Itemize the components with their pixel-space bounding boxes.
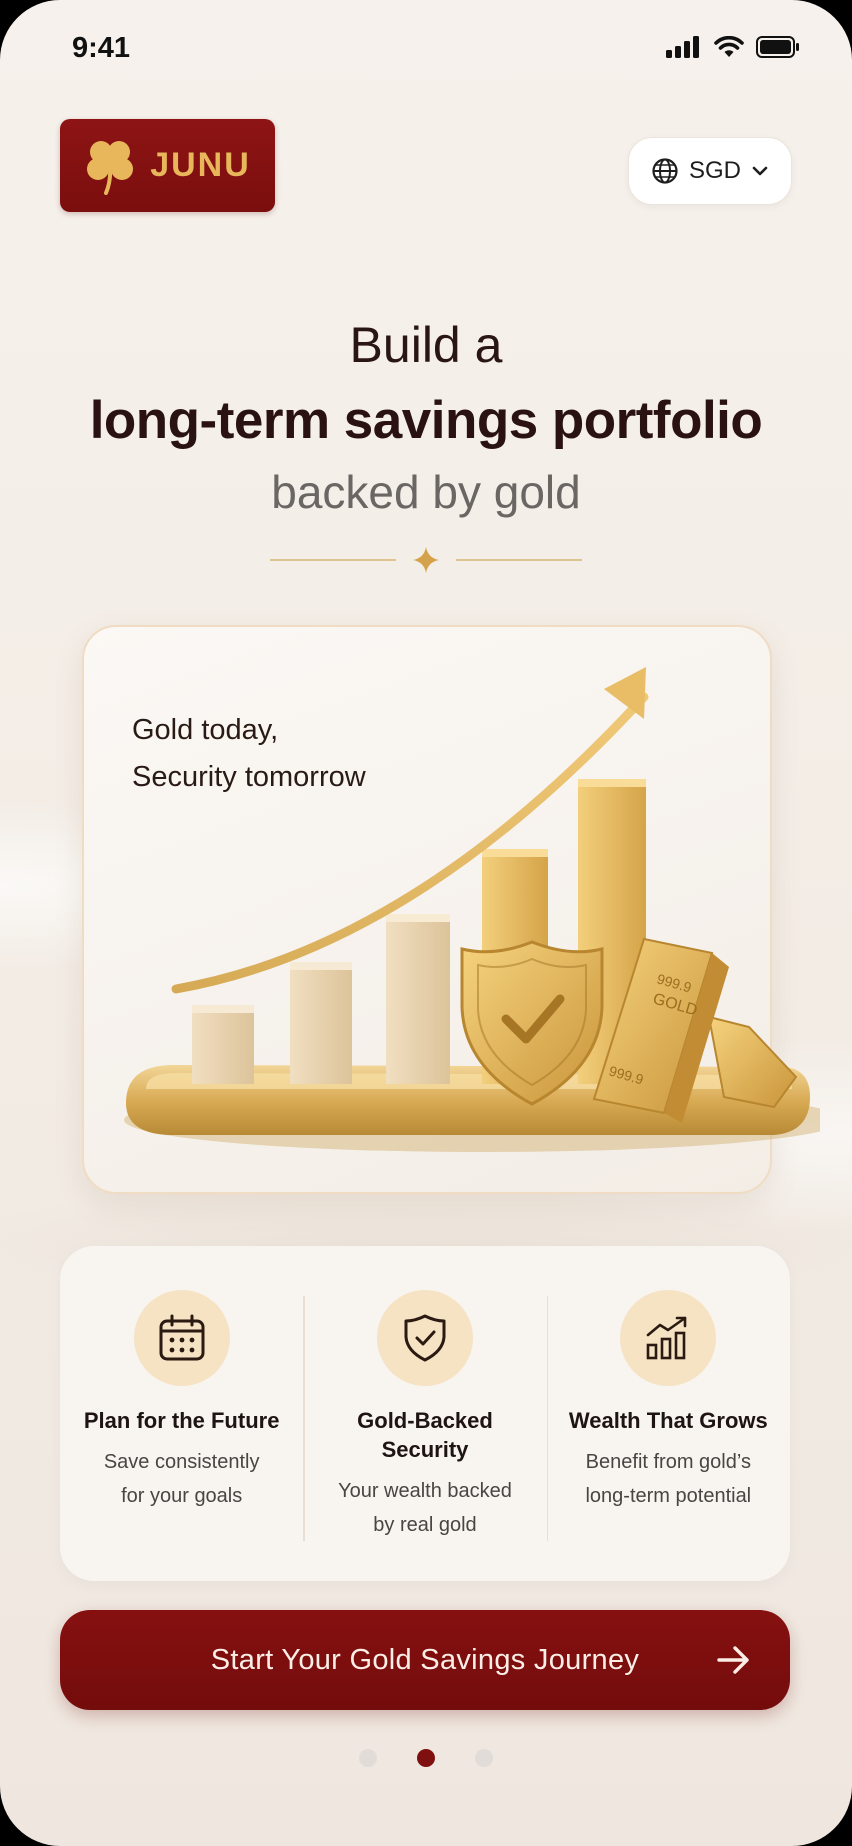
currency-label: SGD <box>688 157 741 184</box>
feature-plan: Plan for the Future Save consistently fo… <box>60 1246 303 1581</box>
clover-icon <box>87 140 134 195</box>
page-dot-2-active[interactable] <box>417 1749 435 1767</box>
hero-caption: Gold today, Security tomorrow <box>132 707 366 801</box>
feature-icon-badge <box>376 1290 473 1386</box>
hero-card: 999.9 GOLD 999.9 Gold today, Security to… <box>82 625 820 1194</box>
status-time: 9:41 <box>72 32 131 64</box>
currency-selector[interactable]: SGD <box>628 137 792 205</box>
wifi-icon <box>714 36 744 57</box>
feature-desc-line2: by real gold <box>373 1514 477 1536</box>
growth-chart-icon <box>647 1316 687 1360</box>
headline-line2: long-term savings portfolio <box>89 391 763 450</box>
battery-icon <box>756 36 799 58</box>
calendar-icon <box>159 1314 205 1361</box>
start-journey-button[interactable]: Start Your Gold Savings Journey <box>60 1610 790 1710</box>
feature-icon-badge <box>620 1290 717 1386</box>
feature-desc-line2: for your goals <box>121 1485 243 1507</box>
sparkle-divider <box>270 547 582 573</box>
phone-screen: 9:41 JUNU SGD Build a long-term savings … <box>0 0 852 1846</box>
hero-caption-line1: Gold today, <box>132 714 279 746</box>
chevron-down-icon <box>752 166 768 176</box>
feature-desc-line2: long-term potential <box>585 1485 752 1507</box>
signal-icon <box>666 36 699 58</box>
features-panel: Plan for the Future Save consistently fo… <box>60 1246 790 1581</box>
globe-icon <box>652 158 678 184</box>
feature-icon-badge <box>133 1290 230 1386</box>
feature-description: Your wealth backed by real gold <box>317 1474 532 1542</box>
feature-title: Gold-Backed Security <box>357 1408 493 1462</box>
start-journey-label: Start Your Gold Savings Journey <box>210 1643 640 1676</box>
page-dot-3[interactable] <box>475 1749 493 1767</box>
headline-line1: Build a <box>349 317 503 373</box>
feature-growth: Wealth That Grows Benefit from gold’s lo… <box>546 1246 790 1581</box>
app-logo: JUNU <box>60 119 275 212</box>
page-dot-1[interactable] <box>359 1749 377 1767</box>
feature-desc-line1: Your wealth backed <box>338 1480 512 1502</box>
feature-title: Plan for the Future <box>83 1408 280 1433</box>
logo-text: JUNU <box>150 146 251 184</box>
headline-line3: backed by gold <box>271 466 581 518</box>
feature-description: Save consistently for your goals <box>74 1445 289 1513</box>
feature-desc-line1: Save consistently <box>103 1451 260 1473</box>
feature-desc-line1: Benefit from gold’s <box>585 1451 751 1473</box>
page-indicator <box>0 1749 852 1767</box>
feature-security: Gold-Backed Security Your wealth backed … <box>303 1246 546 1581</box>
feature-description: Benefit from gold’s long-term potential <box>561 1445 776 1513</box>
hero-caption-line2: Security tomorrow <box>132 761 366 793</box>
feature-title: Wealth That Grows <box>568 1408 768 1433</box>
arrow-right-icon <box>717 1646 749 1674</box>
shield-check-icon <box>404 1314 446 1362</box>
status-icons <box>666 36 800 58</box>
